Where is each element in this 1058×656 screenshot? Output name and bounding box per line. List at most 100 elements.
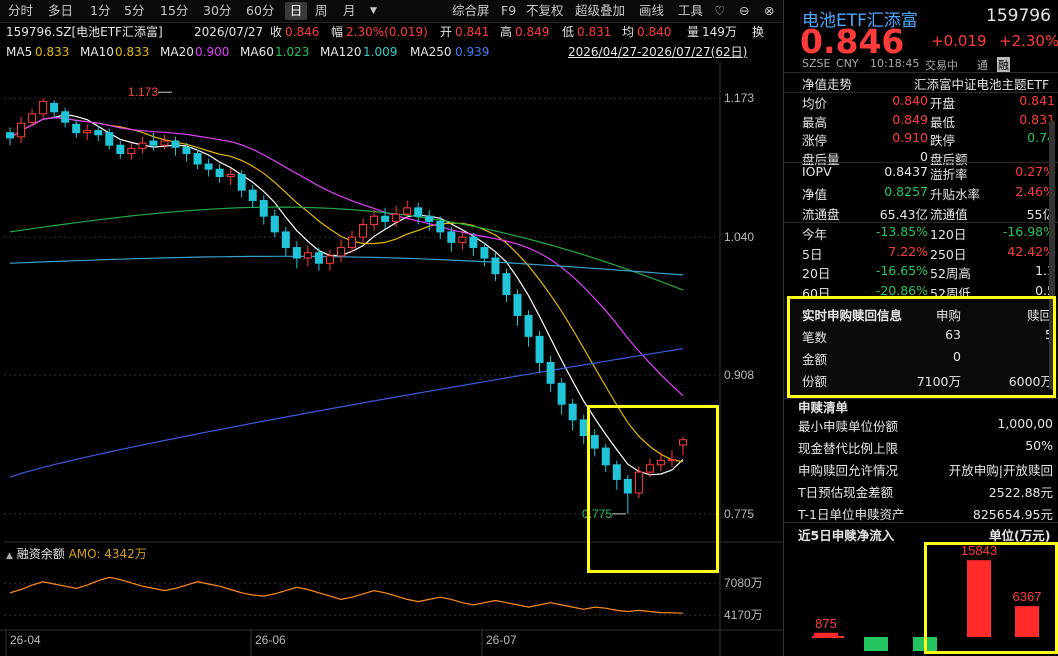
candle[interactable] [325,249,334,271]
composite-screen-button[interactable]: 综合屏 [450,2,492,20]
candle[interactable] [259,195,268,225]
candle[interactable] [612,460,621,490]
date-range[interactable]: 2026/04/27-2026/07/27(62日) [568,42,747,62]
candle[interactable] [281,226,290,256]
row-value-1: 65.43亿 [879,207,928,222]
nav-trend-label[interactable]: 净值走势 [802,74,852,93]
right-panel-scrollbar[interactable] [1049,120,1055,390]
candle[interactable] [50,100,59,117]
candle[interactable] [226,168,235,185]
max-price-label: 1.173 [128,85,158,99]
candle[interactable] [83,124,92,140]
row-label-1: 最高 [802,114,828,130]
tab-week[interactable]: 周 [313,2,330,20]
candle[interactable] [270,209,279,238]
sub-value: 7100万 [916,374,961,389]
candle[interactable] [138,136,147,154]
candle[interactable] [535,331,544,373]
row-label-2: 250日 [930,246,967,262]
candle[interactable] [359,218,368,243]
sub-row-label: 笔数 [802,330,828,345]
candle[interactable] [370,209,379,231]
candle[interactable] [502,268,511,302]
candle[interactable] [61,107,70,128]
candle[interactable] [458,230,467,250]
high-value: 0.849 [515,25,550,39]
draw-line-button[interactable]: 画线 [637,2,666,20]
candle[interactable] [634,466,643,499]
minus-icon[interactable]: ⊖ [737,2,751,20]
low-value: 0.831 [577,25,612,39]
candle[interactable] [72,120,81,138]
ma120-line [9,255,684,276]
triangle-down-icon[interactable]: ▼ [368,2,379,20]
row-label-1: IOPV [802,164,832,179]
candle[interactable] [491,251,500,281]
candle[interactable] [513,289,522,326]
tab-fenshi[interactable]: 分时 [6,2,35,20]
kline-chart[interactable]: 1.173 1.040 0.908 0.775 1.173 0.775 7080万 417… [0,62,783,656]
candle[interactable] [524,310,533,347]
min-price-label: 0.775 [582,507,612,521]
candle[interactable] [568,399,577,431]
candle[interactable] [204,158,213,177]
candle[interactable] [160,134,169,150]
sub-red-title: 实时申购赎回信息 [802,308,903,323]
flow-bar-chart: 875 15843 6367 [812,545,1041,651]
candle[interactable] [171,136,180,156]
candle[interactable] [248,184,257,208]
candle[interactable] [237,170,246,198]
f9-button[interactable]: F9 [499,2,518,20]
tab-day[interactable]: 日 [285,2,307,20]
candle[interactable] [579,414,588,444]
tab-15min[interactable]: 15分 [158,2,190,20]
list-row-value: 50% [1025,438,1053,453]
candle[interactable] [546,356,555,392]
y-tick-label: 0.908 [724,368,754,382]
tab-multi-day[interactable]: 多日 [46,2,75,20]
tab-1min[interactable]: 1分 [88,2,112,20]
market: SZSE [802,57,831,70]
candle[interactable] [590,429,599,457]
candle[interactable] [601,443,610,473]
candle[interactable] [6,127,14,146]
turnover-label: 换 [752,25,765,39]
close-icon[interactable]: ⊗ [762,2,776,20]
tools-button[interactable]: 工具 [676,2,705,20]
row-label-1: 流通盘 [802,207,840,222]
tab-5min[interactable]: 5分 [122,2,146,20]
candle[interactable] [292,241,301,269]
candle[interactable] [215,164,224,183]
candle[interactable] [303,245,312,267]
amp-label: 幅 [331,25,344,39]
tab-30min[interactable]: 30分 [201,2,233,20]
candle[interactable] [17,117,26,144]
right-quote-panel: 电池ETF汇添富 159796 0.846 +0.019 +2.30% SZSE… [783,0,1058,656]
candle[interactable] [314,247,323,271]
tab-month[interactable]: 月 [341,2,358,20]
x-tick-label: 26-07 [486,633,517,647]
candle[interactable] [679,436,687,456]
candle[interactable] [116,141,125,159]
y-tick-label: 1.173 [724,91,754,105]
candle[interactable] [469,232,478,256]
ma-legend-row: MA5 0.833 MA10 0.833 MA20 0.900 MA60 1.0… [0,42,783,62]
candle[interactable] [193,149,202,170]
row-value-1: 0.8257 [884,184,928,199]
candle[interactable] [127,143,136,160]
security-title: 159796.SZ[电池ETF汇添富] [6,25,163,39]
ma250-value: 0.939 [455,45,490,59]
collapse-icon[interactable]: ▲ [6,551,13,561]
row-label-1: 今年 [802,227,828,242]
ma20-value: 0.900 [195,45,230,59]
candle[interactable] [623,475,632,514]
candle[interactable] [336,239,345,263]
tab-60min[interactable]: 60分 [244,2,276,20]
heart-icon[interactable]: ♡ [712,2,727,20]
candle[interactable] [557,378,566,415]
avg-value: 0.840 [637,25,672,39]
no-adjust-button[interactable]: 不复权 [524,2,566,20]
row-value-1: 0.849 [892,111,928,127]
candle[interactable] [39,98,48,119]
super-overlay-button[interactable]: 超级叠加 [573,2,627,20]
